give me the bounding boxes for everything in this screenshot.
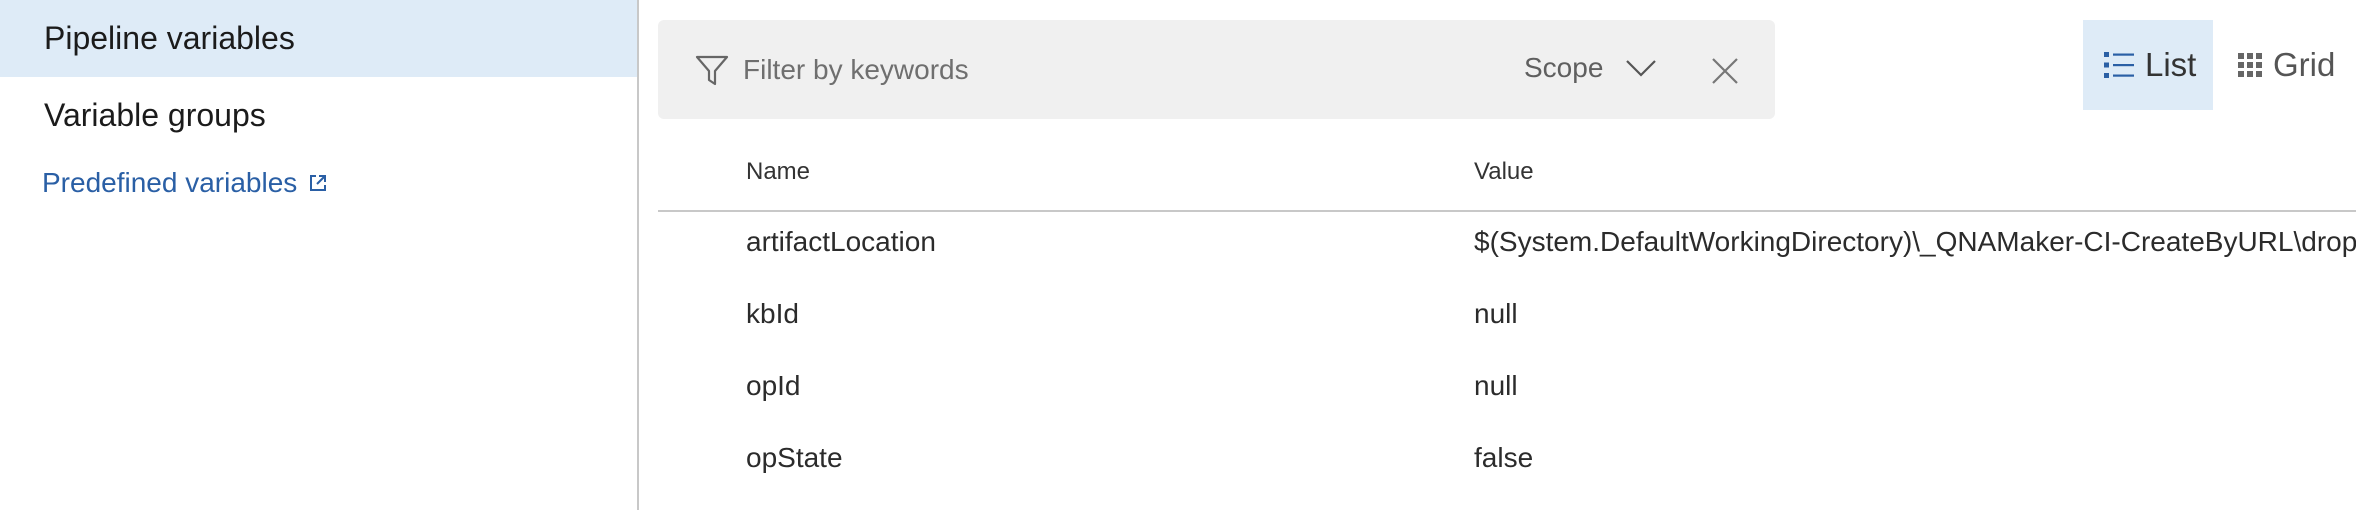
filter-keywords-input[interactable]: [743, 48, 1443, 92]
close-icon[interactable]: [1710, 56, 1740, 86]
table-row[interactable]: opId null: [658, 356, 2356, 428]
sidebar-item-variable-groups[interactable]: Variable groups: [0, 77, 637, 153]
sidebar: Pipeline variables Variable groups Prede…: [0, 0, 639, 510]
variable-value: null: [1474, 298, 1518, 329]
external-link-icon: [310, 175, 327, 191]
column-header-name[interactable]: Name: [746, 158, 810, 186]
grid-view-button[interactable]: Grid: [2225, 20, 2356, 110]
variable-name: opId: [746, 370, 801, 401]
table-row[interactable]: opState false: [658, 428, 2356, 500]
sidebar-item-pipeline-variables[interactable]: Pipeline variables: [0, 0, 637, 77]
sidebar-item-label: Pipeline variables: [44, 20, 295, 56]
chevron-down-icon: [1626, 60, 1657, 77]
table-row[interactable]: artifactLocation $(System.DefaultWorking…: [658, 212, 2356, 284]
column-header-value[interactable]: Value: [1474, 158, 1534, 186]
predefined-variables-label: Predefined variables: [42, 167, 298, 198]
pipeline-variables-page: Pipeline variables Variable groups Prede…: [0, 0, 2356, 510]
variable-name: kbId: [746, 298, 799, 329]
sidebar-item-label: Variable groups: [44, 96, 266, 133]
variable-value: false: [1474, 442, 1534, 473]
grid-view-label: Grid: [2273, 46, 2336, 83]
grid-icon: [2238, 53, 2262, 77]
scope-dropdown[interactable]: Scope: [1524, 46, 1657, 90]
variable-value: $(System.DefaultWorkingDirectory)\_QNAMa…: [1474, 226, 2356, 257]
table-row[interactable]: kbId null: [658, 284, 2356, 356]
filter-bar: Scope: [658, 20, 1775, 119]
predefined-variables-link[interactable]: Predefined variables: [42, 162, 327, 204]
variable-name: opState: [746, 442, 843, 473]
filter-funnel-icon: [695, 55, 729, 86]
variable-name: artifactLocation: [746, 226, 936, 257]
variable-value: null: [1474, 370, 1518, 401]
list-view-button[interactable]: List: [2083, 20, 2213, 110]
variables-table-header: Name Value: [658, 140, 2356, 212]
list-icon: [2104, 52, 2134, 78]
list-view-label: List: [2145, 46, 2197, 83]
scope-label: Scope: [1524, 52, 1604, 83]
